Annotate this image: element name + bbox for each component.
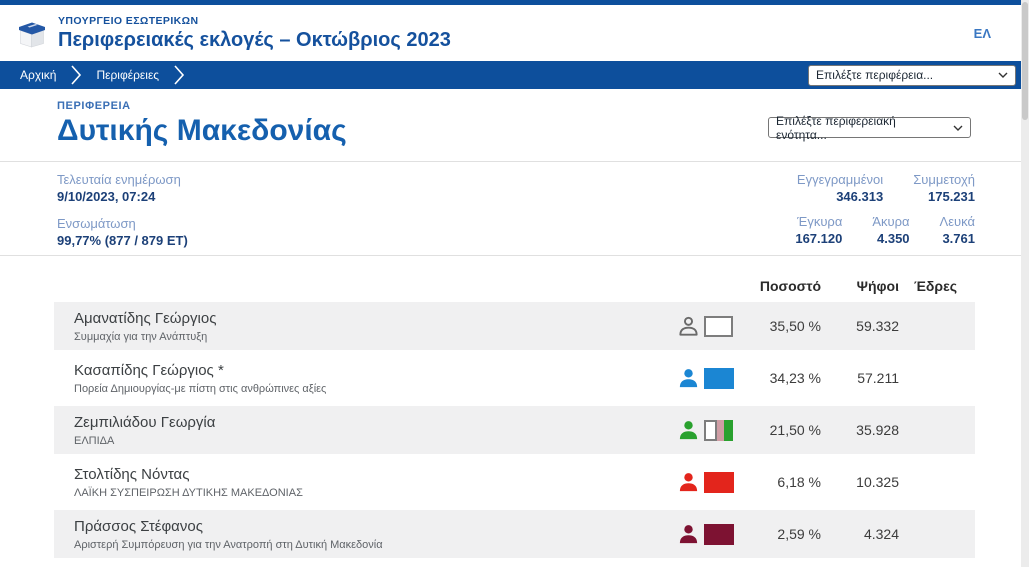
registered-label: Εγγεγραμμένοι — [797, 171, 883, 188]
regional-unit-select-value: Επιλέξτε περιφερειακή ενότητα... — [776, 114, 945, 142]
votes-value: 4.324 — [821, 526, 899, 542]
party-name: ΛΑΪΚΗ ΣΥΣΠΕΙΡΩΣΗ ΔΥΤΙΚΗΣ ΜΑΚΕΔΟΝΙΑΣ — [74, 487, 677, 499]
party-flag-icon — [704, 524, 734, 545]
scrollbar-thumb[interactable] — [1022, 2, 1028, 120]
result-row[interactable]: Ζεμπιλιάδου Γεωργία ΕΛΠΙΔΑ 21,50 % 35.92… — [54, 406, 975, 454]
candidate-person-icon — [677, 419, 700, 442]
region-select[interactable]: Επιλέξτε περιφέρεια... — [808, 65, 1016, 86]
breadcrumb-chevron-icon — [173, 64, 185, 86]
last-update-value: 9/10/2023, 07:24 — [57, 188, 188, 205]
region-section: ΠΕΡΙΦΕΡΕΙΑ Δυτικής Μακεδονίας Επιλέξτε π… — [0, 89, 1029, 161]
party-name: Αριστερή Συμπόρευση για την Ανατροπή στη… — [74, 539, 677, 551]
blank-value: 3.761 — [940, 230, 975, 247]
candidate-name: Αμανατίδης Γεώργιος — [74, 310, 677, 327]
results-section: Ποσοστό Ψήφοι Έδρες Αμανατίδης Γεώργιος … — [0, 256, 1029, 558]
turnout-value: 175.231 — [913, 188, 975, 205]
percent-header: Ποσοστό — [739, 278, 821, 294]
breadcrumb-chevron-icon — [70, 64, 82, 86]
turnout-label: Συμμετοχή — [913, 171, 975, 188]
candidate-name: Κασαπίδης Γεώργιος * — [74, 362, 677, 379]
party-flag-icon — [704, 420, 733, 441]
seats-header: Έδρες — [899, 278, 957, 294]
party-flag-icon — [704, 368, 734, 389]
votes-value: 57.211 — [821, 370, 899, 386]
party-name: Συμμαχία για την Ανάπτυξη — [74, 331, 677, 343]
candidate-name: Ζεμπιλιάδου Γεωργία — [74, 414, 677, 431]
valid-label: Έγκυρα — [795, 213, 842, 230]
result-row[interactable]: Στολτίδης Νόντας ΛΑΪΚΗ ΣΥΣΠΕΙΡΩΣΗ ΔΥΤΙΚΗ… — [54, 458, 975, 506]
invalid-value: 4.350 — [872, 230, 909, 247]
party-name: ΕΛΠΙΔΑ — [74, 435, 677, 447]
votes-value: 35.928 — [821, 422, 899, 438]
party-flag-icon — [704, 472, 734, 493]
breadcrumb-bar: Αρχική Περιφέρειες Επιλέξτε περιφέρεια..… — [0, 61, 1029, 89]
percent-value: 35,50 % — [739, 318, 821, 334]
registered-value: 346.313 — [797, 188, 883, 205]
language-switch[interactable]: ΕΛ — [974, 26, 991, 41]
percent-value: 2,59 % — [739, 526, 821, 542]
percent-value: 6,18 % — [739, 474, 821, 490]
integration-value: 99,77% (877 / 879 ΕΤ) — [57, 232, 188, 249]
votes-value: 59.332 — [821, 318, 899, 334]
candidate-person-icon — [677, 471, 700, 494]
region-select-value: Επιλέξτε περιφέρεια... — [816, 68, 933, 82]
region-label: ΠΕΡΙΦΕΡΕΙΑ — [57, 100, 1029, 112]
candidate-person-icon — [677, 523, 700, 546]
party-flag-icon — [704, 316, 733, 337]
breadcrumb-regions[interactable]: Περιφέρειες — [90, 68, 165, 82]
results-table-header: Ποσοστό Ψήφοι Έδρες — [54, 256, 975, 302]
vertical-scrollbar[interactable] — [1021, 0, 1029, 567]
chevron-down-icon — [953, 125, 963, 131]
ministry-name: ΥΠΟΥΡΓΕΙΟ ΕΣΩΤΕΡΙΚΩΝ — [58, 15, 451, 27]
candidate-person-icon — [677, 315, 700, 338]
regional-unit-select[interactable]: Επιλέξτε περιφερειακή ενότητα... — [768, 117, 971, 138]
valid-value: 167.120 — [795, 230, 842, 247]
invalid-label: Άκυρα — [872, 213, 909, 230]
votes-header: Ψήφοι — [821, 278, 899, 294]
breadcrumb-home[interactable]: Αρχική — [14, 68, 62, 82]
result-row[interactable]: Κασαπίδης Γεώργιος * Πορεία Δημιουργίας-… — [54, 354, 975, 402]
result-row[interactable]: Πράσσος Στέφανος Αριστερή Συμπόρευση για… — [54, 510, 975, 558]
result-row[interactable]: Αμανατίδης Γεώργιος Συμμαχία για την Ανά… — [54, 302, 975, 350]
party-name: Πορεία Δημιουργίας-με πίστη στις ανθρώπι… — [74, 383, 677, 395]
percent-value: 34,23 % — [739, 370, 821, 386]
integration-label: Ενσωμάτωση — [57, 215, 188, 232]
candidate-name: Στολτίδης Νόντας — [74, 466, 677, 483]
ballot-box-logo-icon[interactable] — [14, 16, 50, 50]
candidate-person-icon — [677, 367, 700, 390]
stats-section: Τελευταία ενημέρωση 9/10/2023, 07:24 Ενσ… — [0, 162, 1029, 255]
results-rows: Αμανατίδης Γεώργιος Συμμαχία για την Ανά… — [54, 302, 975, 558]
blank-label: Λευκά — [940, 213, 975, 230]
last-update-label: Τελευταία ενημέρωση — [57, 171, 188, 188]
votes-value: 10.325 — [821, 474, 899, 490]
chevron-down-icon — [998, 72, 1008, 78]
percent-value: 21,50 % — [739, 422, 821, 438]
candidate-name: Πράσσος Στέφανος — [74, 518, 677, 535]
site-header: ΥΠΟΥΡΓΕΙΟ ΕΣΩΤΕΡΙΚΩΝ Περιφερειακές εκλογ… — [0, 5, 1029, 61]
page-title: Περιφερειακές εκλογές – Οκτώβριος 2023 — [58, 29, 451, 52]
